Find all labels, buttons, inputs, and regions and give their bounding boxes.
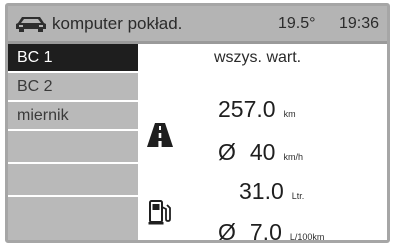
fuel-used-unit: Ltr. bbox=[291, 191, 305, 201]
menu-list: BC 1 BC 2 miernik bbox=[8, 44, 138, 240]
menu-item-empty bbox=[8, 164, 138, 197]
distance-unit: km bbox=[283, 109, 296, 119]
average-speed-value: 40 bbox=[249, 139, 276, 165]
header-bar: komputer pokład. 19.5° 19:36 bbox=[8, 6, 387, 44]
menu-item-label: BC 1 bbox=[17, 48, 53, 66]
menu-item-miernik[interactable]: miernik bbox=[8, 102, 138, 131]
board-computer-screen: komputer pokład. 19.5° 19:36 BC 1 BC 2 m… bbox=[5, 3, 390, 243]
menu-item-empty bbox=[8, 197, 138, 230]
header-title: komputer pokład. bbox=[52, 13, 183, 33]
trip-data-panel: wszys. wart. 257.0 km Ø 40 km/h 31.0 Ltr… bbox=[138, 44, 387, 240]
average-consumption-unit: L/100km bbox=[289, 232, 325, 242]
fuel-pump-icon bbox=[148, 199, 172, 225]
average-symbol: Ø bbox=[218, 219, 236, 243]
car-icon bbox=[14, 14, 48, 34]
menu-item-empty bbox=[8, 131, 138, 164]
average-speed-unit: km/h bbox=[283, 152, 303, 162]
menu-item-label: miernik bbox=[17, 106, 69, 124]
fuel-used-value: 31.0 bbox=[239, 178, 284, 204]
outside-temperature: 19.5° bbox=[278, 15, 316, 32]
average-symbol: Ø bbox=[218, 139, 236, 165]
menu-item-bc1[interactable]: BC 1 bbox=[8, 44, 138, 73]
distance-row: 257.0 km bbox=[218, 96, 296, 123]
distance-value: 257.0 bbox=[218, 96, 276, 122]
menu-item-label: BC 2 bbox=[17, 77, 53, 95]
average-consumption-value: 7.0 bbox=[249, 219, 282, 243]
average-consumption-row: Ø 7.0 L/100km bbox=[218, 219, 325, 243]
average-speed-row: Ø 40 km/h bbox=[218, 139, 303, 166]
clock-time: 19:36 bbox=[339, 15, 380, 32]
panel-title: wszys. wart. bbox=[214, 49, 302, 66]
road-icon bbox=[146, 121, 174, 149]
fuel-used-row: 31.0 Ltr. bbox=[239, 178, 304, 205]
menu-item-bc2[interactable]: BC 2 bbox=[8, 73, 138, 102]
